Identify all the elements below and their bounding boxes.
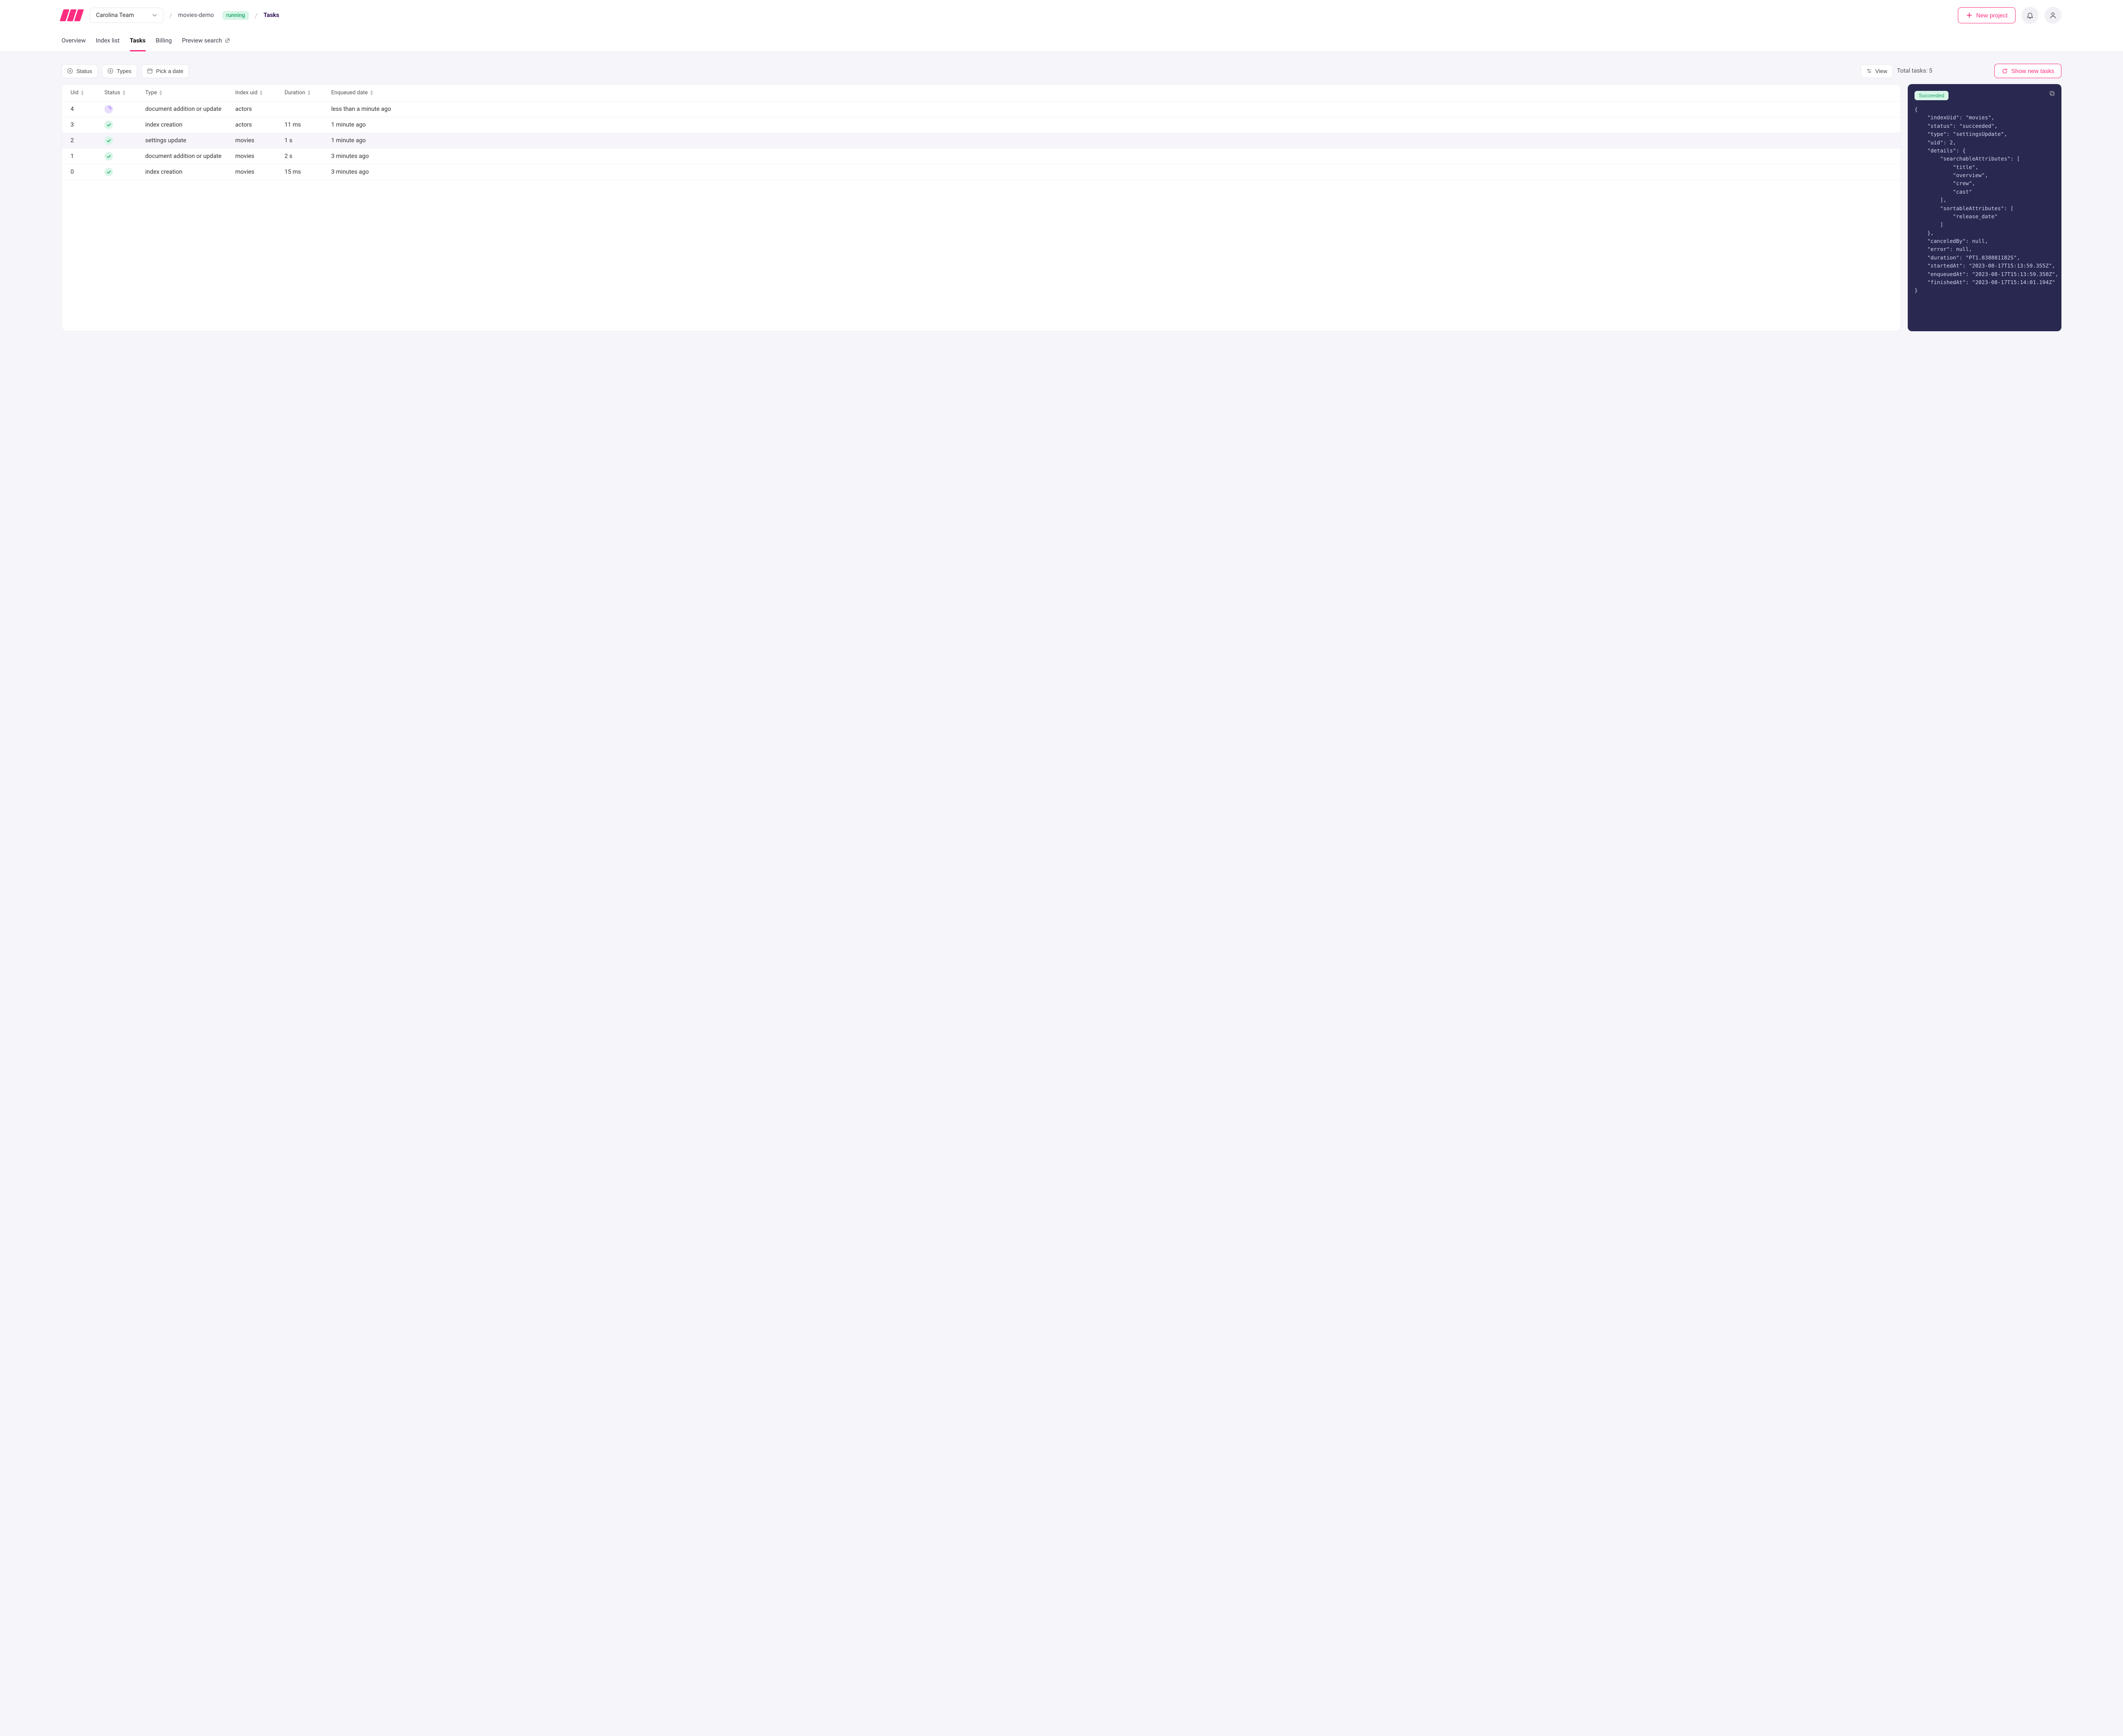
total-tasks-label: Total tasks: 5 xyxy=(1897,68,1932,74)
sort-icon: ▴▾ xyxy=(260,90,262,96)
sort-icon: ▴▾ xyxy=(160,90,162,96)
filter-status-button[interactable]: Status xyxy=(62,64,98,78)
column-header[interactable]: Duration▴▾ xyxy=(284,90,331,96)
breadcrumb-project[interactable]: movies-demo xyxy=(178,12,214,19)
tab-preview-search[interactable]: Preview search xyxy=(182,33,230,51)
succeeded-status-icon xyxy=(104,136,113,145)
filter-types-button[interactable]: Types xyxy=(102,64,137,78)
show-new-tasks-button[interactable]: Show new tasks xyxy=(1994,64,2061,78)
table-row[interactable]: 4document addition or updateactorsless t… xyxy=(62,101,1901,117)
logo[interactable] xyxy=(62,9,82,21)
plus-circle-icon xyxy=(107,68,113,74)
calendar-icon xyxy=(147,68,153,74)
tab-overview[interactable]: Overview xyxy=(62,33,86,51)
succeeded-status-icon xyxy=(104,168,113,176)
succeeded-status-icon xyxy=(104,152,113,161)
copy-icon xyxy=(2049,90,2055,97)
external-link-icon xyxy=(225,38,230,43)
sort-icon: ▴▾ xyxy=(123,90,125,96)
tab-index-list[interactable]: Index list xyxy=(96,33,120,51)
user-icon xyxy=(2049,11,2057,19)
tab-nav: Overview Index list Tasks Billing Preview se… xyxy=(62,31,2061,51)
profile-button[interactable] xyxy=(2044,7,2061,24)
sort-icon: ▴▾ xyxy=(81,90,84,96)
column-header[interactable]: Index uid▴▾ xyxy=(235,90,284,96)
team-name: Carolina Team xyxy=(96,12,134,19)
breadcrumb-sep: / xyxy=(169,11,172,20)
sort-icon: ▴▾ xyxy=(370,90,373,96)
column-header[interactable]: Enqueued date▴▾ xyxy=(331,90,1892,96)
filter-date-button[interactable]: Pick a date xyxy=(141,64,189,78)
chevron-down-icon xyxy=(152,13,157,18)
refresh-icon xyxy=(2002,68,2008,74)
tab-billing[interactable]: Billing xyxy=(156,33,172,51)
plus-icon xyxy=(1966,12,1973,19)
copy-button[interactable] xyxy=(2049,90,2055,97)
breadcrumb-sep: / xyxy=(255,11,258,20)
task-detail-panel: Succeeded { "indexUid": "movies", "statu… xyxy=(1908,84,2061,331)
tab-tasks[interactable]: Tasks xyxy=(130,33,146,51)
team-select[interactable]: Carolina Team xyxy=(90,8,163,23)
tasks-table: Uid▴▾Status▴▾Type▴▾Index uid▴▾Duration▴▾… xyxy=(62,84,1901,331)
column-header[interactable]: Uid▴▾ xyxy=(70,90,104,96)
breadcrumb-current: Tasks xyxy=(264,12,279,19)
new-project-button[interactable]: New project xyxy=(1958,7,2016,23)
column-header[interactable]: Status▴▾ xyxy=(104,90,145,96)
processing-status-icon xyxy=(104,105,113,113)
table-row[interactable]: 2settings updatemovies1 s1 minute ago xyxy=(62,133,1901,149)
detail-status-badge: Succeeded xyxy=(1915,91,1948,100)
bell-icon xyxy=(2026,11,2034,19)
notifications-button[interactable] xyxy=(2022,7,2039,24)
plus-circle-icon xyxy=(67,68,73,74)
table-row[interactable]: 3index creationactors11 ms1 minute ago xyxy=(62,117,1901,133)
view-button[interactable]: View xyxy=(1861,64,1893,78)
succeeded-status-icon xyxy=(104,121,113,129)
sliders-icon xyxy=(1866,68,1872,74)
sort-icon: ▴▾ xyxy=(308,90,310,96)
status-badge: running xyxy=(222,11,249,20)
task-json: { "indexUid": "movies", "status": "succe… xyxy=(1915,105,2055,295)
column-header[interactable]: Type▴▾ xyxy=(145,90,235,96)
table-row[interactable]: 1document addition or updatemovies2 s3 m… xyxy=(62,149,1901,164)
table-row[interactable]: 0index creationmovies15 ms3 minutes ago xyxy=(62,164,1901,180)
